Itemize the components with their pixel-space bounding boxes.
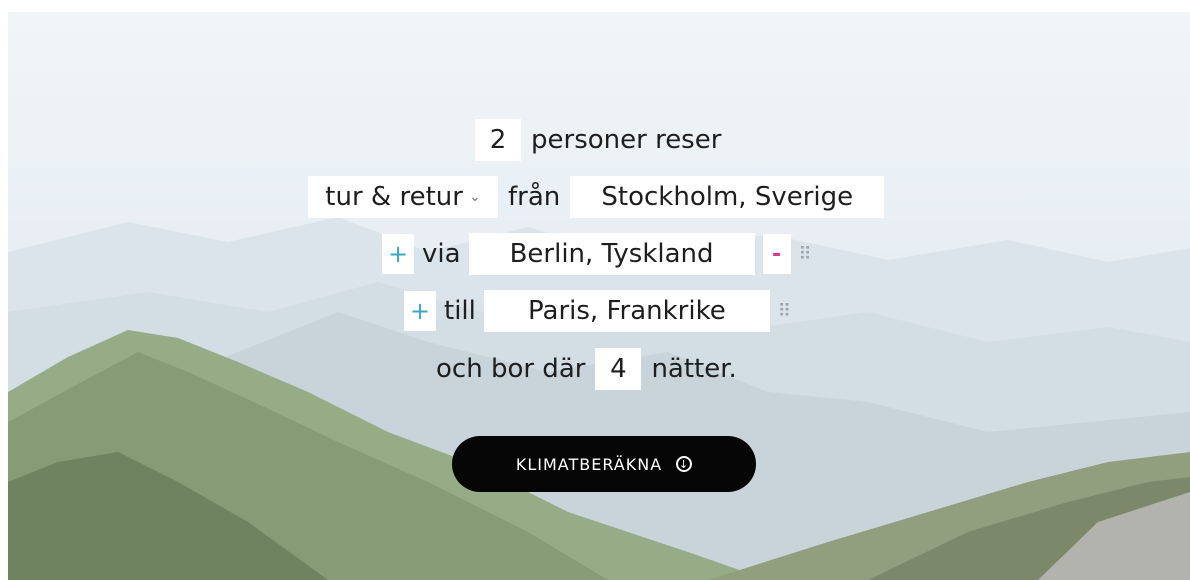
travelers-row: 2 personer reser: [475, 119, 731, 161]
nights-input[interactable]: 4: [595, 348, 642, 390]
from-label: från: [508, 182, 561, 212]
trip-type-value: tur & retur: [325, 182, 463, 212]
to-input[interactable]: Paris, Frankrike: [483, 290, 770, 332]
to-label: till: [444, 296, 476, 326]
calculate-label: KLIMATBERÄKNA: [515, 454, 663, 474]
add-stop-button-2[interactable]: +: [404, 291, 436, 331]
drag-handle-icon[interactable]: ⠿: [778, 301, 792, 322]
travelers-label: personer reser: [531, 125, 722, 155]
via-row: + via Berlin, Tyskland - ⠿: [382, 233, 813, 275]
trip-form: 2 personer reser tur & retur ⌄ från Stoc…: [8, 12, 1190, 580]
chevron-down-icon: ⌄: [468, 189, 481, 205]
via-input[interactable]: Berlin, Tyskland: [468, 233, 755, 275]
calculate-button[interactable]: KLIMATBERÄKNA ↓: [452, 436, 756, 492]
hero-section: 2 personer reser tur & retur ⌄ från Stoc…: [8, 12, 1190, 580]
stay-suffix: nätter.: [651, 354, 737, 384]
stay-row: och bor där 4 nätter.: [436, 348, 747, 390]
arrow-down-circle-icon: ↓: [676, 456, 693, 472]
add-stop-button[interactable]: +: [382, 234, 414, 274]
route-from-row: tur & retur ⌄ från Stockholm, Sverige: [308, 176, 885, 218]
drag-handle-icon[interactable]: ⠿: [799, 244, 813, 265]
travelers-input[interactable]: 2: [475, 119, 521, 161]
stay-prefix: och bor där: [436, 354, 586, 384]
destination-row: + till Paris, Frankrike ⠿: [404, 290, 792, 332]
from-input[interactable]: Stockholm, Sverige: [570, 176, 885, 218]
remove-stop-button[interactable]: -: [762, 234, 791, 274]
via-label: via: [422, 239, 461, 269]
trip-type-select[interactable]: tur & retur ⌄: [308, 176, 498, 218]
